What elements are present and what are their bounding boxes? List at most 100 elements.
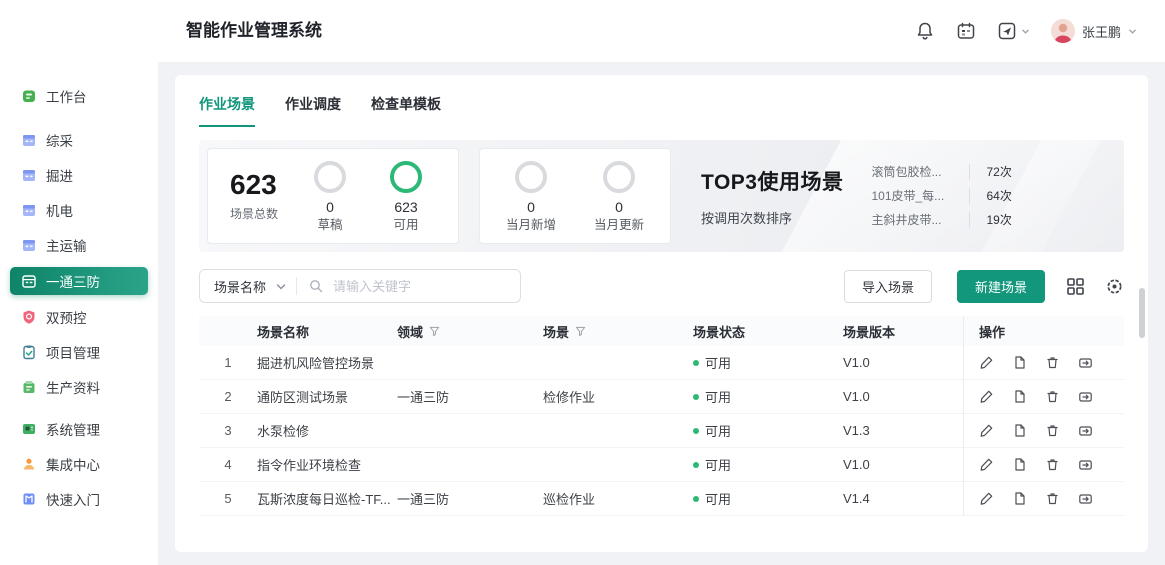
row-actions <box>963 448 1124 482</box>
delete-icon[interactable] <box>1045 389 1060 404</box>
row-domain <box>397 346 543 380</box>
share-icon[interactable] <box>1078 491 1093 506</box>
create-scene-button[interactable]: 新建场景 <box>957 270 1045 303</box>
module-calendar-icon <box>21 202 37 218</box>
top-header: 智能作业管理系统 张王鹏 <box>158 0 1165 63</box>
row-domain: 一通三防 <box>397 380 543 414</box>
table-row[interactable]: 5 瓦斯浓度每日巡检-TF... 一通三防 巡检作业 可用 V1.4 <box>199 482 1124 516</box>
header-scene: 场景 <box>543 316 693 346</box>
stats-banner: 623 场景总数 0 草稿 623 可用 <box>199 140 1124 252</box>
clipboard-icon <box>21 344 37 360</box>
chevron-down-icon[interactable] <box>276 282 286 292</box>
ring-icon <box>390 161 422 193</box>
main-panel: 作业场景 作业调度 检查单模板 623 场景总数 0 草稿 <box>175 75 1148 552</box>
share-icon[interactable] <box>1078 457 1093 472</box>
edit-icon[interactable] <box>979 423 994 438</box>
import-scene-button[interactable]: 导入场景 <box>844 270 932 303</box>
table-body: 1 掘进机风险管控场景 可用 V1.0 <box>199 346 1124 516</box>
copy-icon[interactable] <box>1012 491 1027 506</box>
sidebar-item-shengchanziliao[interactable]: 生产资料 <box>10 374 148 400</box>
user-menu[interactable]: 张王鹏 <box>1051 19 1137 43</box>
edit-icon[interactable] <box>979 491 994 506</box>
top3-item-count: 19次 <box>969 212 1032 228</box>
avatar-image <box>1051 19 1075 43</box>
table-row[interactable]: 1 掘进机风险管控场景 可用 V1.0 <box>199 346 1124 380</box>
top3-item: 滚筒包胶检... 72次 <box>871 164 1032 180</box>
row-actions <box>963 414 1124 448</box>
status-dot <box>693 428 699 434</box>
sidebar-item-zhuyunshu[interactable]: 主运输 <box>10 232 148 258</box>
table-row[interactable]: 2 通防区测试场景 一通三防 检修作业 可用 V1.0 <box>199 380 1124 414</box>
sidebar-item-workbench[interactable]: 工作台 <box>10 83 148 109</box>
sidebar-item-xiangmuguanli[interactable]: 项目管理 <box>10 339 148 365</box>
tab-zuoye-changjing[interactable]: 作业场景 <box>199 94 255 127</box>
total-scenes-label: 场景总数 <box>230 205 278 222</box>
delete-icon[interactable] <box>1045 355 1060 370</box>
total-scenes-value: 623 <box>230 171 278 199</box>
sidebar: 工作台 综采 掘进 机电 主运输 一通三防 <box>0 0 158 565</box>
row-domain <box>397 448 543 482</box>
bell-icon[interactable] <box>915 21 935 41</box>
total-block: 623 场景总数 <box>230 171 278 222</box>
sidebar-item-kuaisurumen[interactable]: 快速入门 <box>10 486 148 512</box>
stat-label: 草稿 <box>318 219 343 232</box>
copy-icon[interactable] <box>1012 355 1027 370</box>
row-status: 可用 <box>693 448 843 482</box>
delete-icon[interactable] <box>1045 457 1060 472</box>
filter-icon[interactable] <box>429 326 440 337</box>
stat-card-total: 623 场景总数 0 草稿 623 可用 <box>207 148 459 244</box>
send-menu[interactable] <box>997 21 1030 41</box>
share-icon[interactable] <box>1078 389 1093 404</box>
row-name: 水泵检修 <box>257 414 397 448</box>
row-scene <box>543 346 693 380</box>
sidebar-item-label: 项目管理 <box>46 342 100 362</box>
row-domain <box>397 414 543 448</box>
search-input[interactable] <box>331 278 520 295</box>
delete-icon[interactable] <box>1045 423 1060 438</box>
edit-icon[interactable] <box>979 355 994 370</box>
row-scene: 检修作业 <box>543 380 693 414</box>
page-title: 智能作业管理系统 <box>186 0 322 62</box>
grid-view-icon[interactable] <box>1066 277 1085 296</box>
sidebar-item-yitongsanfang[interactable]: 一通三防 <box>10 267 148 295</box>
share-icon[interactable] <box>1078 355 1093 370</box>
tab-zuoye-diaodu[interactable]: 作业调度 <box>285 94 341 127</box>
calendar-icon[interactable] <box>956 21 976 41</box>
copy-icon[interactable] <box>1012 389 1027 404</box>
top3-subtitle: 按调用次数排序 <box>701 208 843 227</box>
settings-gear-icon[interactable] <box>1105 277 1124 296</box>
search-field-select[interactable]: 场景名称 <box>200 277 266 296</box>
sidebar-item-label: 系统管理 <box>46 419 100 439</box>
scene-name: 掘进机风险管控场景 <box>257 353 374 372</box>
tab-jianchadan-moban[interactable]: 检查单模板 <box>371 94 441 127</box>
row-status: 可用 <box>693 380 843 414</box>
edit-icon[interactable] <box>979 457 994 472</box>
sidebar-item-xitongguanli[interactable]: 系统管理 <box>10 416 148 442</box>
row-actions <box>963 482 1124 516</box>
sidebar-item-label: 一通三防 <box>46 271 100 291</box>
sidebar-item-jidian[interactable]: 机电 <box>10 197 148 223</box>
stat-label: 可用 <box>394 219 419 232</box>
copy-icon[interactable] <box>1012 457 1027 472</box>
table-row[interactable]: 4 指令作业环境检查 可用 V1.0 <box>199 448 1124 482</box>
delete-icon[interactable] <box>1045 491 1060 506</box>
share-icon[interactable] <box>1078 423 1093 438</box>
copy-icon[interactable] <box>1012 423 1027 438</box>
stat-value: 0 <box>326 200 334 214</box>
header-index <box>199 316 257 346</box>
top3-heading: TOP3使用场景 按调用次数排序 <box>701 166 843 227</box>
top3-title: TOP3使用场景 <box>701 166 843 196</box>
row-version: V1.0 <box>843 448 963 482</box>
sidebar-item-jichengzhongxin[interactable]: 集成中心 <box>10 451 148 477</box>
scene-name: 指令作业环境检查 <box>257 455 361 474</box>
edit-icon[interactable] <box>979 389 994 404</box>
sidebar-item-shuangyukong[interactable]: 双预控 <box>10 304 148 330</box>
row-status: 可用 <box>693 414 843 448</box>
sidebar-item-zongcai[interactable]: 综采 <box>10 127 148 153</box>
sidebar-item-juejin[interactable]: 掘进 <box>10 162 148 188</box>
row-status: 可用 <box>693 482 843 516</box>
main-panel-inner: 作业场景 作业调度 检查单模板 623 场景总数 0 草稿 <box>175 75 1148 516</box>
vertical-scrollbar[interactable] <box>1139 288 1145 338</box>
table-row[interactable]: 3 水泵检修 可用 V1.3 <box>199 414 1124 448</box>
filter-icon[interactable] <box>575 326 586 337</box>
